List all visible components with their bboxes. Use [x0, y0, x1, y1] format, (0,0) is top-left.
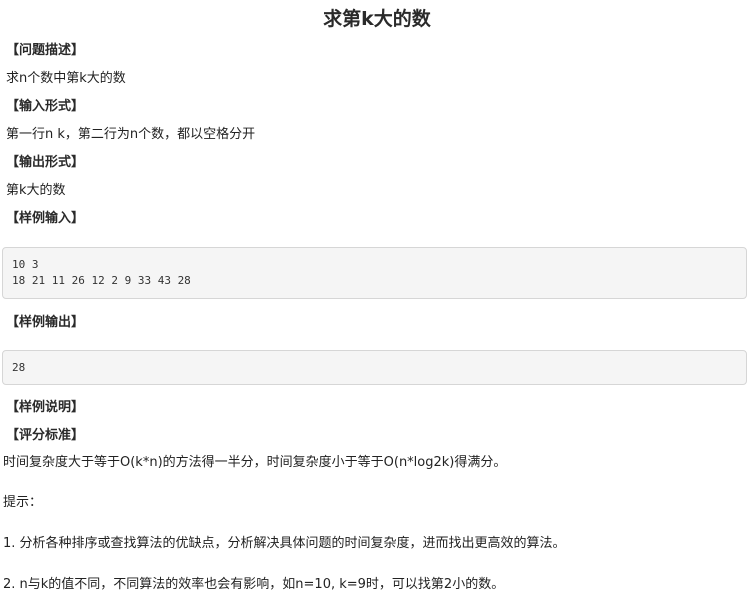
input-format-heading: 【输入形式】 — [6, 99, 85, 114]
hint-item-1: 1. 分析各种排序或查找算法的优缺点，分析解决具体问题的时间复杂度，进而找出更高… — [3, 536, 566, 551]
output-format-text: 第k大的数 — [6, 183, 66, 198]
sample-input-line: 18 21 11 26 12 2 9 33 43 28 — [12, 274, 191, 287]
output-format-heading: 【输出形式】 — [6, 155, 85, 170]
sample-output-line: 28 — [12, 361, 26, 374]
page-title: 求第k大的数 — [323, 8, 431, 30]
scoring-criteria-text: 时间复杂度大于等于O(k*n)的方法得一半分，时间复杂度小于等于O(n*log2… — [3, 455, 507, 470]
sample-output-box: 28 — [2, 350, 747, 385]
sample-output-heading: 【样例输出】 — [6, 315, 85, 330]
hint-item-2: 2. n与k的值不同，不同算法的效率也会有影响，如n=10, k=9时，可以找第… — [3, 577, 505, 592]
problem-description-text: 求n个数中第k大的数 — [6, 71, 126, 86]
sample-input-heading: 【样例输入】 — [6, 211, 85, 226]
hint-label: 提示： — [3, 495, 43, 510]
scoring-criteria-heading: 【评分标准】 — [6, 428, 85, 443]
problem-page: 求第k大的数 【问题描述】 求n个数中第k大的数 【输入形式】 第一行n k，第… — [0, 0, 754, 605]
input-format-text: 第一行n k，第二行为n个数，都以空格分开 — [6, 127, 256, 142]
sample-input-box: 10 3 18 21 11 26 12 2 9 33 43 28 — [2, 247, 747, 299]
sample-input-line: 10 3 — [12, 258, 39, 271]
problem-description-heading: 【问题描述】 — [6, 43, 85, 58]
sample-explanation-heading: 【样例说明】 — [6, 400, 85, 415]
